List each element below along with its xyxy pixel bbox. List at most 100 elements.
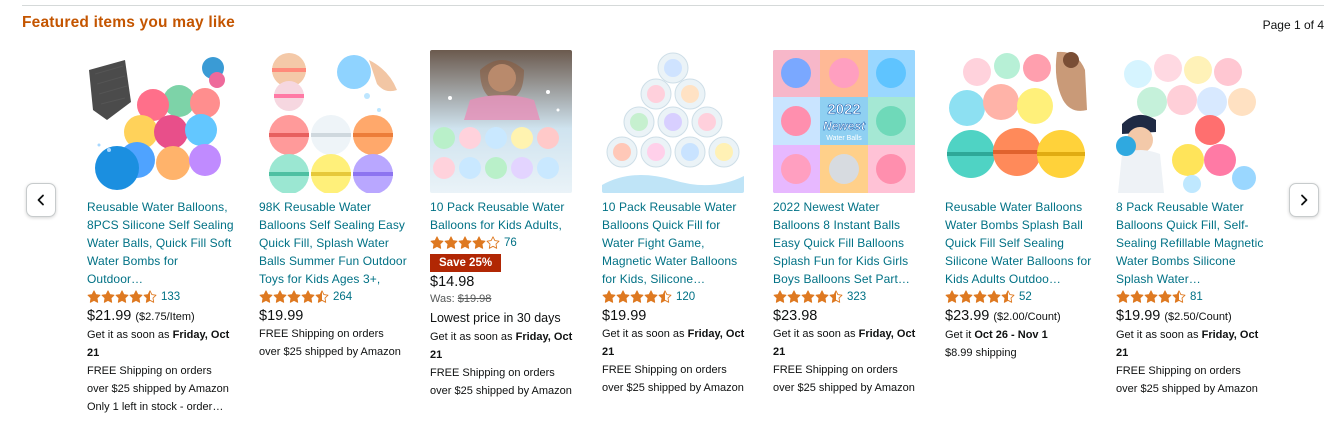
star-icon [630,290,644,303]
delivery-info: Get it as soon as Friday, Oct 21 [602,325,750,361]
price: $14.98 [430,273,578,291]
product-image[interactable] [259,50,401,193]
price-value: $19.99 [259,308,304,324]
rating-count-link[interactable]: 323 [847,291,866,303]
star-icon [101,290,115,303]
star-icon [945,290,959,303]
page-indicator: Page 1 of 4 [1262,18,1324,32]
delivery-prefix: Get it as soon as [602,328,685,340]
star-icon [87,290,101,303]
stock-info: Only 1 left in stock - order… [87,401,224,413]
previous-page-button[interactable] [26,183,56,217]
star-icon [115,290,129,303]
unit-price: ($2.75/Item) [135,311,195,323]
delivery-info: Get it as soon as Friday, Oct 21 [773,325,921,361]
price: $23.99 ($2.00/Count) [945,307,1093,326]
price: $21.99 ($2.75/Item) [87,307,235,326]
product-image[interactable] [1116,50,1258,193]
water-balloons-image [602,50,744,193]
star-rating[interactable] [602,290,672,304]
was-price: Was: $19.98 [430,291,578,308]
rating-count-link[interactable]: 264 [333,291,352,303]
section-title: Featured items you may like [22,14,236,31]
deal-badge: Save 25% [430,254,502,272]
product-image[interactable] [602,50,744,193]
price: $23.98 [773,307,921,325]
delivery-prefix: Get it as soon as [87,329,170,341]
star-icon [815,290,829,303]
rating-row: 52 [945,288,1093,306]
star-icon [787,290,801,303]
delivery-prefix: Get it as soon as [1116,329,1199,341]
product-card: 2022 Newest Water Balls 2022 Newest Wate… [773,50,921,397]
was-label: Was: [430,293,455,305]
star-icon [458,236,472,249]
price: $19.99 ($2.50/Count) [1116,307,1264,326]
star-icon [129,290,143,303]
shipping-info: FREE Shipping on orders over $25 shipped… [1116,365,1258,395]
star-icon [602,290,616,303]
star-rating[interactable] [259,290,329,304]
price: $19.99 [259,307,407,325]
star-icon [959,290,973,303]
star-icon [301,290,315,303]
price-value: $21.99 [87,308,132,324]
star-icon [1158,290,1172,303]
product-card: 8 Pack Reusable Water Balloons Quick Fil… [1116,50,1264,398]
next-page-button[interactable] [1289,183,1319,217]
product-image[interactable] [430,50,572,193]
rating-row: 81 [1116,288,1264,306]
star-rating[interactable] [1116,290,1186,304]
product-card: Reusable Water Balloons Water Bombs Spla… [945,50,1093,362]
chevron-left-icon [37,194,44,206]
star-rating[interactable] [773,290,843,304]
delivery-info: Get it as soon as Friday, Oct 21 [87,326,235,362]
star-rating[interactable] [87,290,157,304]
star-icon [444,236,458,249]
delivery-info: Get it as soon as Friday, Oct 21 [430,328,578,364]
star-icon [658,290,672,303]
water-balloons-image: 2022 Newest Water Balls [773,50,915,193]
delivery-info: Get it Oct 26 - Nov 1 [945,326,1093,344]
price-value: $19.99 [602,308,647,324]
product-title-link[interactable]: 10 Pack Reusable Water Balloons Quick Fi… [602,198,750,288]
star-icon [1116,290,1130,303]
rating-count-link[interactable]: 133 [161,291,180,303]
star-icon [143,290,157,303]
water-balloons-image [430,50,572,193]
shipping-info: FREE Shipping on orders over $25 shipped… [259,328,401,358]
rating-count-link[interactable]: 76 [504,237,517,249]
rating-count-link[interactable]: 52 [1019,291,1032,303]
rating-count-link[interactable]: 120 [676,291,695,303]
star-rating[interactable] [945,290,1015,304]
shipping-info: FREE Shipping on orders over $25 shipped… [430,367,572,397]
star-icon [287,290,301,303]
star-icon [315,290,329,303]
product-title-link[interactable]: 2022 Newest Water Balloons 8 Instant Bal… [773,198,921,288]
unit-price: ($2.00/Count) [993,311,1061,323]
image-text-year: 2022 [827,101,860,118]
product-title-link[interactable]: Reusable Water Balloons, 8PCS Silicone S… [87,198,235,288]
rating-row: 76 [430,234,578,252]
star-icon [1172,290,1186,303]
star-rating[interactable] [430,236,500,250]
product-image[interactable] [87,50,229,193]
unit-price: ($2.50/Count) [1164,311,1232,323]
rating-count-link[interactable]: 81 [1190,291,1203,303]
price-value: $14.98 [430,274,475,290]
product-image[interactable] [945,50,1087,193]
star-icon [616,290,630,303]
water-balloons-image [87,50,229,193]
price-value: $23.98 [773,308,818,324]
water-balloons-image [1116,50,1258,193]
was-price-value: $19.98 [457,293,492,305]
product-title-link[interactable]: 8 Pack Reusable Water Balloons Quick Fil… [1116,198,1264,288]
chevron-right-icon [1301,194,1308,206]
product-title-link[interactable]: Reusable Water Balloons Water Bombs Spla… [945,198,1093,288]
shipping-info: FREE Shipping on orders over $25 shipped… [602,364,744,394]
star-icon [430,236,444,249]
product-title-link[interactable]: 98K Reusable Water Balloons Self Sealing… [259,198,407,288]
product-image[interactable]: 2022 Newest Water Balls [773,50,915,193]
product-title-link[interactable]: 10 Pack Reusable Water Balloons for Kids… [430,198,578,234]
star-icon [472,236,486,249]
